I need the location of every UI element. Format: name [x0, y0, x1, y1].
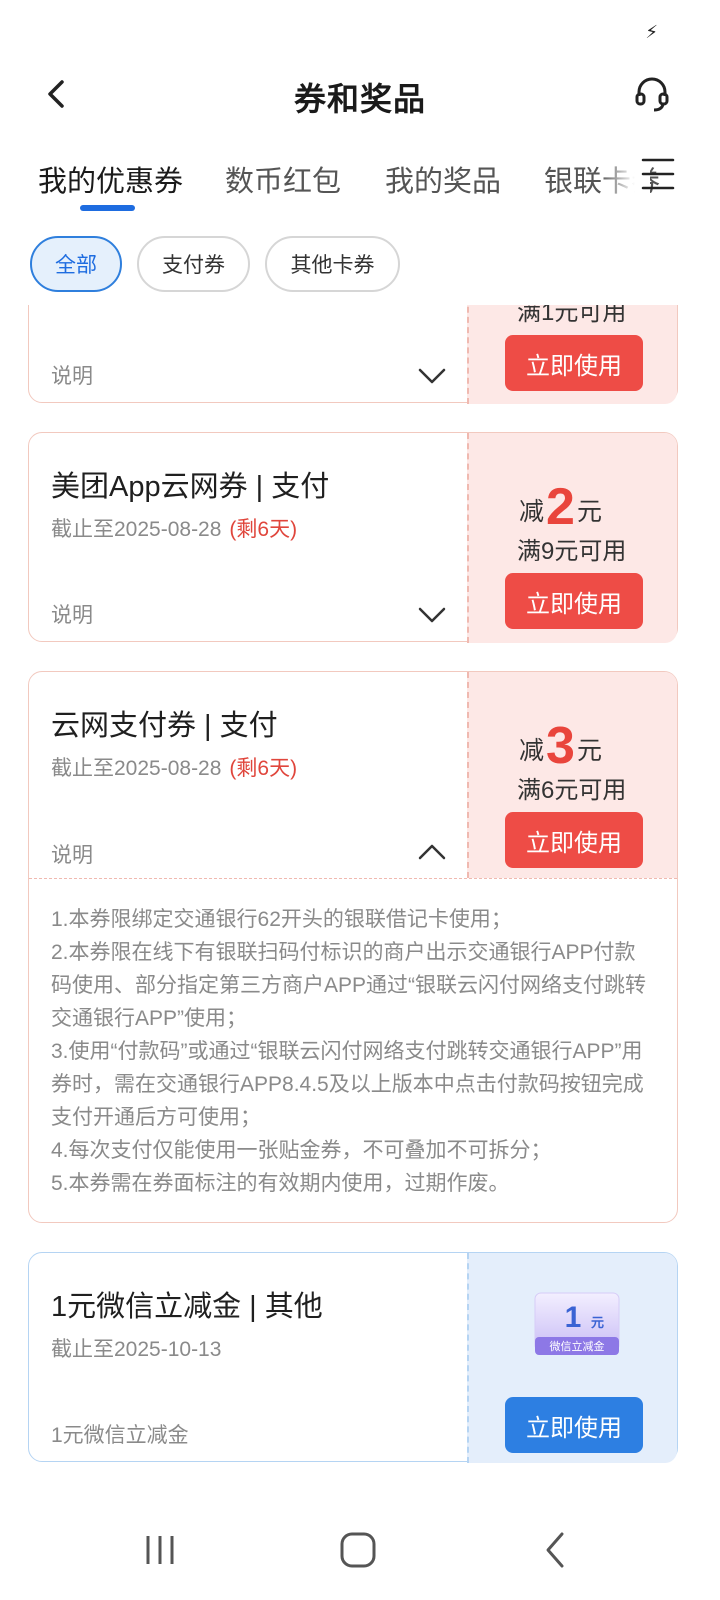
coupon-condition: 满1元可用	[517, 305, 627, 326]
coupon-rules: 1.本券限绑定交通银行62开头的银联借记卡使用； 2.本券限在线下有银联扫码付标…	[29, 878, 677, 1200]
headset-icon[interactable]	[632, 74, 672, 114]
use-now-button[interactable]: 立即使用	[505, 812, 643, 868]
rule-text: 5.本券需在券面标注的有效期内使用，过期作废。	[51, 1172, 510, 1195]
badge-label: 微信立减金	[550, 1339, 605, 1353]
coupon-desc-label: 1元微信立减金	[51, 1424, 189, 1447]
coupon-desc-label[interactable]: 说明	[51, 839, 93, 869]
coupon-card: 1元微信立减金 | 其他 截止至2025-10-13 1元微信立减金 1 元 微…	[28, 1252, 678, 1463]
badge-unit: 元	[591, 1315, 604, 1330]
coupon-expiry: 截止至2025-08-28 (剩6天)	[51, 752, 297, 782]
tab-bar: 我的优惠券 数币红包 我的奖品 银联卡券	[0, 150, 720, 220]
rule-text: 3.使用“付款码”或通过“银联云闪付网络支付跳转交通银行APP”用券时，需在交通…	[51, 1040, 644, 1129]
coupon-expiry: 截止至2025-10-13	[51, 1338, 222, 1361]
header: 券和奖品	[0, 60, 720, 130]
coupon-card: 云网支付券 | 支付 截止至2025-08-28 (剩6天) 说明 减3元 满6元…	[28, 671, 678, 1223]
menu-icon[interactable]	[640, 154, 676, 194]
chevron-up-icon[interactable]	[417, 842, 447, 862]
status-bar: ⚡	[0, 0, 720, 60]
coupon-expiry-date: 截止至2025-08-28	[51, 518, 222, 541]
use-now-button[interactable]: 立即使用	[505, 573, 643, 629]
badge-amount: 1	[565, 1301, 582, 1334]
coupon-amount: 3	[546, 717, 575, 775]
coupon-name: 云网支付券 | 支付	[51, 710, 278, 742]
tab-my-prizes[interactable]: 我的奖品	[385, 158, 501, 200]
coupon-name: 美团App云网券 | 支付	[51, 471, 330, 503]
wechat-voucher-icon: 1 元 微信立减金	[534, 1292, 620, 1355]
coupon-deduct: 减3元	[519, 716, 602, 776]
charging-icon: ⚡	[645, 22, 658, 42]
home-icon[interactable]	[336, 1528, 380, 1572]
recent-apps-icon[interactable]	[138, 1528, 182, 1572]
coupon-expiry-date: 截止至2025-08-28	[51, 757, 222, 780]
chevron-down-icon[interactable]	[417, 366, 447, 386]
deduct-unit: 元	[576, 737, 602, 765]
page-title: 券和奖品	[293, 81, 426, 117]
coupon-deduct: 减2元	[519, 477, 602, 537]
deduct-unit: 元	[576, 498, 602, 526]
coupon-amount: 2	[546, 478, 575, 536]
use-now-button[interactable]: 立即使用	[505, 335, 643, 391]
rule-text: 2.本券限在线下有银联扫码付标识的商户出示交通银行APP付款码使用、部分指定第三…	[51, 941, 647, 1030]
coupon-remaining: (剩6天)	[229, 518, 298, 541]
deduct-prefix: 减	[519, 737, 545, 765]
coupon-card: 说明 满1元可用 立即使用	[28, 305, 678, 404]
coupon-expiry: 截止至2025-08-28 (剩6天)	[51, 513, 297, 543]
deduct-prefix: 减	[519, 498, 545, 526]
chevron-down-icon[interactable]	[417, 605, 447, 625]
back-nav-icon[interactable]	[534, 1528, 578, 1572]
tab-digital-red-packets[interactable]: 数币红包	[225, 158, 341, 200]
filter-other-cards[interactable]: 其他卡券	[265, 236, 400, 292]
coupon-desc-label[interactable]: 说明	[51, 599, 93, 629]
coupon-condition: 满6元可用	[517, 777, 627, 804]
use-now-button[interactable]: 立即使用	[505, 1397, 643, 1453]
coupon-card: 美团App云网券 | 支付 截止至2025-08-28 (剩6天) 说明 减2元 …	[28, 432, 678, 643]
coupon-desc-label[interactable]: 说明	[51, 360, 93, 390]
rule-text: 1.本券限绑定交通银行62开头的银联借记卡使用；	[51, 908, 512, 931]
coupon-list: 说明 满1元可用 立即使用 美团App云网券 | 支付 截止至2025-08-2…	[0, 305, 720, 1475]
filter-payment[interactable]: 支付券	[137, 236, 250, 292]
coupon-name: 1元微信立减金 | 其他	[51, 1291, 323, 1323]
system-nav-bar	[0, 1500, 720, 1600]
rule-text: 4.每次支付仅能使用一张贴金券，不可叠加不可拆分；	[51, 1139, 552, 1162]
coupon-remaining: (剩6天)	[229, 757, 298, 780]
tab-indicator	[80, 205, 135, 211]
filter-all[interactable]: 全部	[30, 236, 122, 292]
coupon-condition: 满9元可用	[517, 538, 627, 565]
tab-my-coupons[interactable]: 我的优惠券	[38, 158, 183, 200]
